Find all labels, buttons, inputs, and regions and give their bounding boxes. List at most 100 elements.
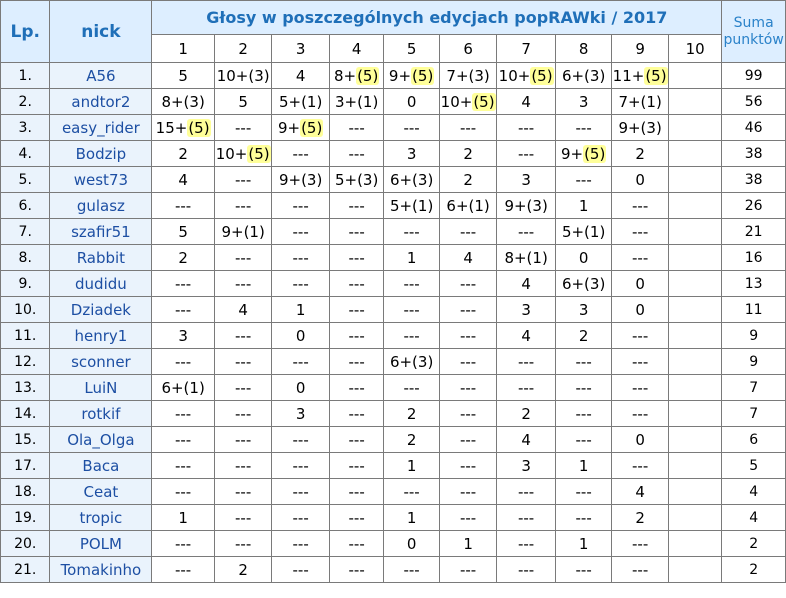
score-value: 2 xyxy=(178,144,188,163)
header-lp: Lp. xyxy=(0,0,51,63)
score-cell: --- xyxy=(438,426,498,453)
nick-cell: LuiN xyxy=(49,374,153,401)
table-row: 17. Baca --- --- --- --- 1 --- 3 1 --- 5 xyxy=(0,452,786,479)
score-cell: --- xyxy=(271,478,330,505)
score-value: 1 xyxy=(578,196,589,215)
score-cell: 0 xyxy=(383,530,440,557)
rank-cell: 10. xyxy=(0,296,51,323)
score-cell: --- xyxy=(213,192,273,219)
score-value: 10+ xyxy=(215,144,248,163)
score-value: 5 xyxy=(238,92,248,111)
score-value: --- xyxy=(348,482,365,501)
score-cell: --- xyxy=(383,296,440,323)
score-cell xyxy=(667,296,723,323)
score-value: 6+(1) xyxy=(161,378,205,397)
bonus-highlight: (5) xyxy=(300,118,324,137)
score-value: --- xyxy=(348,196,365,215)
score-cell: --- xyxy=(611,244,669,271)
edition-header-6: 6 xyxy=(438,34,498,63)
score-value: --- xyxy=(292,248,309,267)
score-value: --- xyxy=(174,560,192,579)
table-row: 21. Tomakinho --- 2 --- --- --- --- --- --- --- 2 xyxy=(0,556,786,583)
score-value: 4 xyxy=(463,248,473,267)
score-cell: --- xyxy=(271,426,330,453)
score-value: 5+(1) xyxy=(278,92,323,111)
score-cell: 1 xyxy=(554,530,613,557)
score-cell: --- xyxy=(328,478,385,505)
score-value: 6+(3) xyxy=(561,66,606,85)
score-cell: --- xyxy=(496,140,556,167)
score-value: 2 xyxy=(635,508,645,527)
score-cell: 1 xyxy=(383,244,440,271)
score-cell: 1 xyxy=(383,452,440,479)
sum-cell: 2 xyxy=(721,530,786,557)
score-cell: --- xyxy=(213,270,273,297)
score-cell xyxy=(667,400,723,427)
score-value: --- xyxy=(235,248,252,267)
table-row: 4. Bodzip 2 10+(5) --- --- 3 2 --- 9+(5) 2 38 xyxy=(0,140,786,167)
score-cell: 4 xyxy=(438,244,498,271)
score-value: --- xyxy=(235,482,252,501)
score-value: --- xyxy=(348,378,365,397)
score-value: --- xyxy=(459,118,477,137)
score-value: --- xyxy=(403,560,420,579)
table-row: 19. tropic 1 --- --- --- 1 --- --- --- 2 4 xyxy=(0,504,786,531)
score-value: 3 xyxy=(295,404,306,423)
score-cell: --- xyxy=(383,114,440,141)
score-cell: --- xyxy=(271,270,330,297)
score-value: 3+(1) xyxy=(334,92,379,111)
score-cell: --- xyxy=(438,556,498,583)
score-cell: --- xyxy=(611,322,669,349)
sum-cell: 4 xyxy=(721,504,786,531)
nick-cell: andtor2 xyxy=(49,88,153,115)
score-cell: --- xyxy=(213,244,273,271)
score-cell: --- xyxy=(554,556,613,583)
score-cell: --- xyxy=(213,166,273,193)
score-value: --- xyxy=(517,144,535,163)
score-value: --- xyxy=(459,300,477,319)
score-cell: 5 xyxy=(151,218,215,245)
edition-header-5: 5 xyxy=(383,34,440,63)
rank-cell: 1. xyxy=(0,62,51,89)
score-value: --- xyxy=(235,196,252,215)
score-cell: --- xyxy=(438,114,498,141)
score-value: --- xyxy=(517,378,535,397)
table-row: 14. rotkif --- --- 3 --- 2 --- 2 --- --- 7 xyxy=(0,400,786,427)
score-value: 3 xyxy=(406,144,417,163)
score-value: --- xyxy=(348,222,365,241)
rank-cell: 4. xyxy=(0,140,51,167)
score-cell: --- xyxy=(151,400,215,427)
sum-cell: 6 xyxy=(721,426,786,453)
score-cell: 9+(3) xyxy=(271,166,330,193)
score-cell: 0 xyxy=(611,426,669,453)
sum-cell: 38 xyxy=(721,166,786,193)
score-cell: 7+(1) xyxy=(611,88,669,115)
score-value: 2 xyxy=(178,248,188,267)
rank-cell: 9. xyxy=(0,270,51,297)
score-value: --- xyxy=(575,118,592,137)
rank-cell: 2. xyxy=(0,88,51,115)
score-cell: 6+(3) xyxy=(383,348,440,375)
score-value: 8+(1) xyxy=(504,248,548,267)
score-cell: --- xyxy=(611,374,669,401)
score-value: --- xyxy=(292,482,309,501)
header-title: Głosy w poszczególnych edycjach popRAWki… xyxy=(151,0,723,35)
score-value: 9+(3) xyxy=(504,196,548,215)
score-cell: --- xyxy=(611,348,669,375)
score-value: --- xyxy=(235,274,252,293)
score-cell: --- xyxy=(271,530,330,557)
score-cell: 6+(3) xyxy=(554,62,613,89)
score-cell: 3+(1) xyxy=(328,88,385,115)
score-value: 3 xyxy=(521,300,531,319)
score-cell: --- xyxy=(496,530,556,557)
nick-cell: Baca xyxy=(49,452,153,479)
score-cell: 9+(3) xyxy=(611,114,669,141)
score-cell: --- xyxy=(328,296,385,323)
nick-cell: Ola_Olga xyxy=(49,426,153,453)
score-cell xyxy=(667,140,723,167)
score-cell: --- xyxy=(438,452,498,479)
score-cell xyxy=(667,426,723,453)
score-value: --- xyxy=(348,534,365,553)
score-value: --- xyxy=(632,378,649,397)
table-row: 9. dudidu --- --- --- --- --- --- 4 6+(3) 0 13 xyxy=(0,270,786,297)
